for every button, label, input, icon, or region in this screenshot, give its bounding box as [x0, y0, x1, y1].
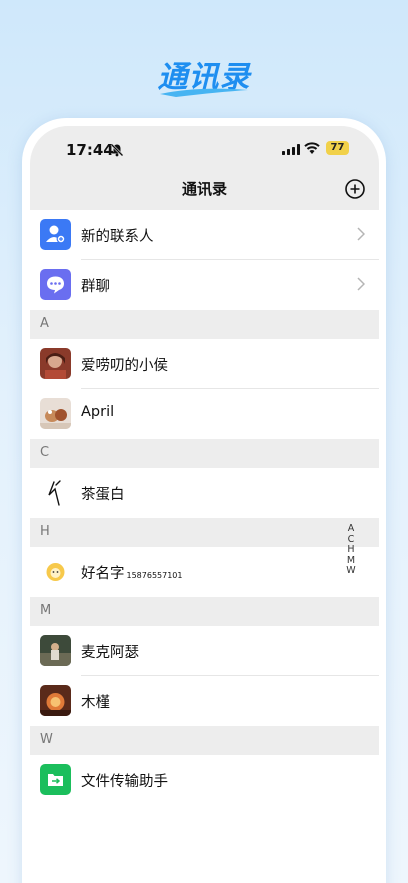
top-bar: 17:44 77 通讯录 [30, 126, 379, 210]
file-transfer-icon [40, 764, 71, 795]
index-letter-a[interactable]: A [346, 523, 356, 535]
signal-icon [282, 144, 300, 155]
section-letter: C [40, 445, 50, 460]
contact-avatar [40, 348, 71, 379]
contact-name: 文件传输助手 [81, 774, 168, 790]
contact-row[interactable]: 文件传输助手 [30, 755, 379, 805]
contact-phone: 15876557101 [126, 571, 183, 580]
add-icon[interactable] [344, 178, 366, 200]
section-letter: H [40, 524, 50, 539]
contact-avatar [40, 556, 71, 587]
new-contact-label: 新的联系人 [81, 229, 154, 245]
new-contact-row[interactable]: 新的联系人 [30, 210, 379, 260]
contact-name: 麦克阿瑟 [81, 645, 139, 661]
phone-screen: 17:44 77 通讯录 新的联系人 群聊 A 爱唠叨的小侯 April C 茶… [30, 126, 379, 883]
contact-name: April [81, 404, 115, 420]
status-time: 17:44 [66, 141, 114, 159]
section-letter: A [40, 316, 49, 331]
section-header-m: M [30, 597, 379, 626]
group-chat-row[interactable]: 群聊 [30, 260, 379, 310]
section-header-a: A [30, 310, 379, 339]
alphabet-index-bar[interactable]: A C H M W [346, 523, 356, 577]
contact-row[interactable]: April [30, 389, 379, 439]
section-header-c: C [30, 439, 379, 468]
contact-row[interactable]: 好名字 15876557101 [30, 547, 379, 597]
contact-row[interactable]: 爱唠叨的小侯 [30, 339, 379, 389]
contact-avatar [40, 398, 71, 429]
contact-row[interactable]: 麦克阿瑟 [30, 626, 379, 676]
contact-name: 木槿 [81, 695, 110, 711]
battery-indicator: 77 [326, 141, 349, 155]
section-header-h: H [30, 518, 379, 547]
contact-name: 茶蛋白 [81, 487, 125, 503]
contact-avatar [40, 477, 71, 508]
phone-frame: 17:44 77 通讯录 新的联系人 群聊 A 爱唠叨的小侯 April C 茶… [22, 118, 386, 883]
bell-muted-icon [110, 143, 124, 157]
nav-title: 通讯录 [181, 180, 227, 198]
contact-row[interactable]: 木槿 [30, 676, 379, 726]
group-chat-icon [40, 269, 71, 300]
section-letter: W [40, 732, 53, 747]
wifi-icon [304, 142, 320, 154]
contact-name: 好名字 15876557101 [81, 562, 183, 583]
contact-name: 爱唠叨的小侯 [81, 358, 168, 374]
contact-avatar [40, 635, 71, 666]
chevron-right-icon [357, 227, 365, 241]
contact-avatar [40, 685, 71, 716]
index-letter-h[interactable]: H [346, 544, 356, 556]
section-header-w: W [30, 726, 379, 755]
title-swoosh-decoration [160, 88, 248, 97]
contact-name-text: 好名字 [81, 566, 125, 582]
chevron-right-icon [357, 277, 365, 291]
new-contact-icon [40, 219, 71, 250]
group-chat-label: 群聊 [81, 279, 110, 295]
section-letter: M [40, 603, 52, 618]
index-letter-w[interactable]: W [346, 565, 356, 577]
contact-row[interactable]: 茶蛋白 [30, 468, 379, 518]
